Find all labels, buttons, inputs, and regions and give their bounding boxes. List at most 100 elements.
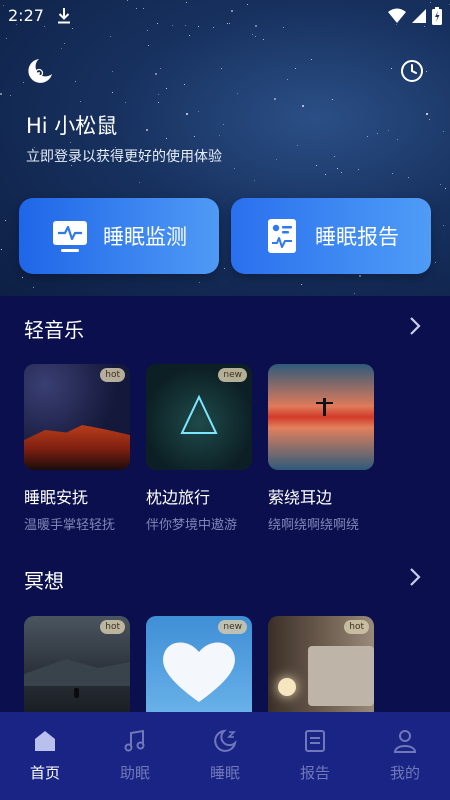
download-icon xyxy=(58,8,70,24)
nav-item-profile[interactable]: 我的 xyxy=(360,712,450,800)
star-dot xyxy=(80,101,81,102)
sleep-monitor-label: 睡眠监测 xyxy=(103,225,187,249)
music-card-subtitle: 伴你梦境中遨游 xyxy=(146,518,238,533)
star-dot xyxy=(254,180,255,181)
star-dot xyxy=(33,287,34,288)
report-icon xyxy=(305,730,325,752)
star-dot xyxy=(252,34,253,35)
music-card[interactable]: 萦绕耳边 绕啊绕啊绕啊绕 xyxy=(268,364,374,533)
chevron-right-icon[interactable] xyxy=(408,567,422,587)
music-card[interactable]: new 枕边旅行 伴你梦境中遨游 xyxy=(146,364,252,533)
star-dot xyxy=(311,59,312,60)
nav-label: 助眠 xyxy=(119,764,150,782)
star-dot xyxy=(6,38,7,39)
music-note-icon xyxy=(124,729,145,752)
new-badge: new xyxy=(218,368,247,382)
sleep-report-button[interactable]: 睡眠报告 xyxy=(231,198,431,274)
star-dot xyxy=(70,142,71,143)
nav-item-home[interactable]: 首页 xyxy=(0,712,90,800)
star-dot xyxy=(198,111,199,112)
chevron-right-icon[interactable] xyxy=(408,316,422,336)
nav-item-sleep-aid[interactable]: 助眠 xyxy=(90,712,180,800)
heart-cloud-icon xyxy=(163,642,235,702)
new-badge: new xyxy=(218,620,247,634)
music-card-title: 萦绕耳边 xyxy=(268,488,333,507)
star-dot xyxy=(295,68,296,69)
star-dot xyxy=(255,36,256,37)
greeting-title: Hi 小松鼠 xyxy=(26,114,118,138)
nav-label: 我的 xyxy=(389,764,420,782)
nav-label: 报告 xyxy=(299,764,330,782)
star-dot xyxy=(139,182,140,183)
star-dot xyxy=(337,168,338,169)
star-dot xyxy=(426,113,428,115)
star-dot xyxy=(332,99,333,100)
nav-label: 睡眠 xyxy=(209,764,240,782)
report-document-icon xyxy=(268,219,296,253)
meditation-thumbnail: new xyxy=(146,616,252,722)
star-dot xyxy=(392,173,393,174)
meditation-card[interactable]: hot xyxy=(24,616,130,722)
status-icons xyxy=(388,7,442,25)
music-thumbnail xyxy=(268,364,374,470)
star-dot xyxy=(158,94,159,95)
status-time: 2:27 xyxy=(8,6,44,25)
meditation-thumbnail: hot xyxy=(24,616,130,722)
music-card-subtitle: 绕啊绕啊绕啊绕 xyxy=(268,518,360,533)
home-icon xyxy=(35,731,55,751)
battery-icon xyxy=(432,7,442,25)
star-dot xyxy=(354,293,355,294)
star-dot xyxy=(22,277,23,278)
hot-badge: hot xyxy=(100,620,125,634)
star-dot xyxy=(297,145,298,146)
meditation-card[interactable]: hot xyxy=(268,616,374,722)
star-dot xyxy=(0,93,2,95)
star-dot xyxy=(1,249,2,250)
star-dot xyxy=(166,138,167,139)
star-dot xyxy=(219,135,220,136)
bottom-navigation: 首页 助眠 睡眠 报告 我的 xyxy=(0,712,450,800)
user-icon xyxy=(393,730,417,753)
star-dot xyxy=(199,282,200,283)
star-dot xyxy=(160,68,161,69)
hero-banner: 2:27 Hi 小松鼠 立即登录以获得更好的使用体验 睡眠监测 睡眠报告 xyxy=(0,0,450,296)
nav-item-sleep[interactable]: 睡眠 xyxy=(180,712,270,800)
star-dot xyxy=(64,43,65,44)
star-dot xyxy=(429,119,430,120)
star-dot xyxy=(184,84,185,85)
music-card[interactable]: hot 睡眠安抚 温暖手掌轻轻抚 xyxy=(24,364,130,533)
meditation-card[interactable]: new xyxy=(146,616,252,722)
meditation-title: 冥想 xyxy=(24,569,64,593)
star-dot xyxy=(112,92,113,93)
star-dot xyxy=(61,48,62,49)
meditation-thumbnail: hot xyxy=(268,616,374,722)
nav-item-report[interactable]: 报告 xyxy=(270,712,360,800)
sleep-report-label: 睡眠报告 xyxy=(315,225,399,249)
star-dot xyxy=(426,71,427,72)
nav-label: 首页 xyxy=(29,764,60,782)
star-dot xyxy=(125,102,126,103)
star-dot xyxy=(301,284,302,285)
star-dot xyxy=(112,71,113,72)
star-dot xyxy=(110,36,111,37)
star-dot xyxy=(263,39,264,40)
moon-logo-icon xyxy=(28,59,52,83)
star-dot xyxy=(148,45,149,46)
music-card-title: 睡眠安抚 xyxy=(24,488,89,507)
music-card-title: 枕边旅行 xyxy=(146,488,211,507)
star-dot xyxy=(276,159,277,160)
sleep-monitor-button[interactable]: 睡眠监测 xyxy=(19,198,219,274)
status-bar: 2:27 xyxy=(0,0,450,32)
star-dot xyxy=(194,136,195,137)
star-dot xyxy=(316,165,317,166)
star-dot xyxy=(234,168,235,169)
star-dot xyxy=(221,68,222,69)
clock-icon[interactable] xyxy=(400,59,424,83)
star-dot xyxy=(388,130,389,131)
music-thumbnail: hot xyxy=(24,364,130,470)
star-dot xyxy=(274,98,276,100)
star-dot xyxy=(75,81,76,82)
login-prompt[interactable]: 立即登录以获得更好的使用体验 xyxy=(26,146,222,166)
music-thumbnail: new xyxy=(146,364,252,470)
star-dot xyxy=(237,93,238,94)
